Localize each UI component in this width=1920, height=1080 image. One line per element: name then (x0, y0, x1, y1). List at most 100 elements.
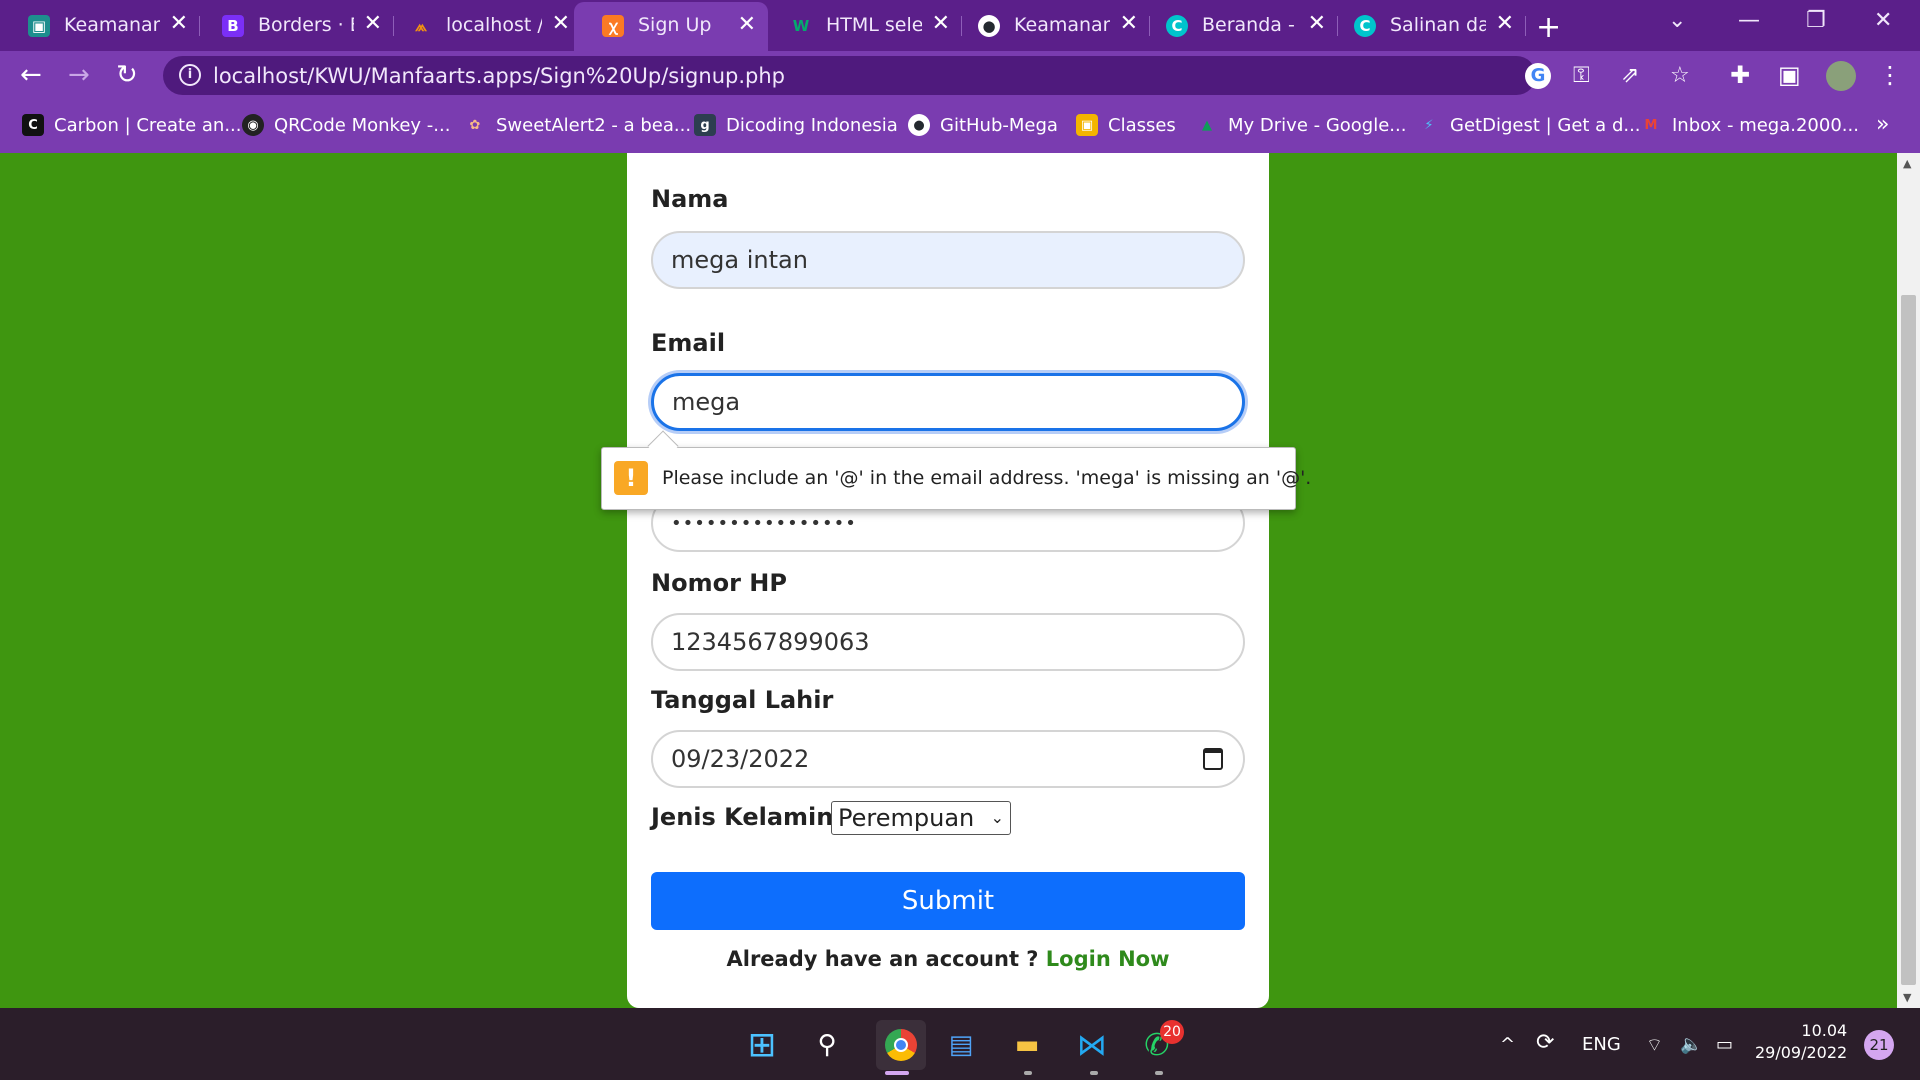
page-scrollbar[interactable]: ▲ ▼ (1897, 153, 1920, 1008)
side-panel-icon[interactable]: ▣ (1778, 61, 1801, 89)
tab-search-chevron-icon[interactable]: ⌄ (1668, 8, 1686, 33)
tab-sign-up[interactable]: ꭓ Sign Up ✕ (574, 2, 768, 51)
bookmark-carbon[interactable]: C Carbon | Create an... (22, 114, 242, 136)
jenis-kelamin-label: Jenis Kelamin (651, 803, 834, 831)
close-icon[interactable]: ✕ (932, 11, 950, 36)
bookmark-github-mega[interactable]: ● GitHub-Mega (908, 114, 1058, 136)
nama-label: Nama (651, 185, 729, 213)
search-icon[interactable]: ⚲ (808, 1026, 846, 1064)
site-info-icon[interactable]: i (179, 64, 201, 86)
profile-avatar[interactable] (1826, 61, 1856, 91)
login-prompt: Already have an account ? Login Now (726, 947, 1170, 971)
password-key-icon[interactable]: ⚿ (1573, 63, 1590, 88)
close-icon[interactable]: ✕ (552, 11, 570, 36)
github-icon: ● (908, 114, 930, 136)
nomor-hp-input[interactable]: 1234567899063 (651, 613, 1245, 671)
tab-keamanan[interactable]: ▣ Keamanan I ✕ (0, 8, 200, 43)
tab-title: Sign Up (638, 14, 712, 36)
tab-salinan[interactable]: C Salinan dar ✕ (1326, 8, 1526, 43)
tab-borders[interactable]: B Borders · Bo ✕ (194, 8, 394, 43)
windows-taskbar: ⊞ ⚲ ▤ ▬ ⋈ ✆ ^ ⟳ ENG ⌔ 🔈 ▭ 10.04 29/09/20… (0, 1008, 1920, 1080)
extensions-puzzle-icon[interactable]: ✚ (1730, 61, 1750, 89)
jenis-kelamin-select[interactable]: Perempuan ⌄ (831, 801, 1011, 835)
scroll-down-icon[interactable]: ▼ (1903, 991, 1911, 1004)
warning-icon: ! (614, 461, 648, 495)
tab-localhost[interactable]: ⩕ localhost / ✕ (382, 8, 582, 43)
gmail-icon: M (1644, 117, 1658, 133)
bookmark-inbox[interactable]: M Inbox - mega.2000... (1640, 114, 1859, 136)
minimize-icon[interactable]: — (1738, 8, 1760, 33)
scrollbar-thumb[interactable] (1901, 295, 1916, 985)
vscode-icon[interactable]: ⋈ (1073, 1026, 1111, 1064)
close-icon[interactable]: ✕ (364, 11, 382, 36)
file-explorer-icon[interactable]: ▬ (1008, 1026, 1046, 1064)
login-now-link[interactable]: Login Now (1046, 947, 1170, 971)
close-icon[interactable]: ✕ (738, 12, 756, 37)
close-window-icon[interactable]: ✕ (1874, 8, 1892, 33)
close-icon[interactable]: ✕ (1496, 11, 1514, 36)
bookmark-dicoding[interactable]: g Dicoding Indonesia (694, 114, 898, 136)
reload-icon[interactable]: ↻ (116, 60, 138, 90)
tab-beranda[interactable]: C Beranda - C ✕ (1138, 8, 1338, 43)
tab-title: Keamanan I (64, 14, 160, 36)
email-validation-tooltip: ! Please include an '@' in the email add… (601, 430, 1311, 510)
bookmark-getdigest[interactable]: ⚡ GetDigest | Get a d... (1418, 114, 1640, 136)
getdigest-icon: ⚡ (1424, 117, 1434, 133)
validation-message: Please include an '@' in the email addre… (662, 467, 1312, 489)
notification-count-badge[interactable]: 21 (1864, 1030, 1894, 1060)
classroom-icon: ▣ (1076, 114, 1098, 136)
email-input[interactable]: mega (651, 373, 1245, 431)
close-icon[interactable]: ✕ (1308, 11, 1326, 36)
share-icon[interactable]: ⇗ (1621, 63, 1639, 88)
chevron-down-icon: ⌄ (990, 808, 1004, 827)
tab-html-select[interactable]: W HTML selec ✕ (762, 8, 962, 43)
wifi-icon[interactable]: ⌔ (1646, 1034, 1663, 1057)
phpmyadmin-icon: ⩕ (415, 17, 427, 35)
battery-icon[interactable]: ▭ (1716, 1034, 1733, 1055)
address-bar[interactable]: i localhost/KWU/Manfaarts.apps/Sign%20Up… (163, 56, 1690, 95)
tab-title: Beranda - C (1202, 14, 1298, 36)
scroll-up-icon[interactable]: ▲ (1903, 157, 1911, 170)
close-icon[interactable]: ✕ (1120, 11, 1138, 36)
bookmark-sweetalert[interactable]: ✿ SweetAlert2 - a bea... (464, 114, 692, 136)
calendar-icon[interactable] (1203, 748, 1223, 770)
menu-kebab-icon[interactable]: ⋮ (1878, 61, 1902, 89)
chrome-icon[interactable] (876, 1020, 926, 1070)
tab-title: localhost / (446, 14, 542, 36)
back-arrow-icon[interactable]: ← (20, 60, 42, 90)
google-icon[interactable]: G (1525, 63, 1551, 89)
volume-icon[interactable]: 🔈 (1680, 1034, 1702, 1055)
browser-toolbar: ← → ↻ i localhost/KWU/Manfaarts.apps/Sig… (0, 51, 1920, 100)
bootstrap-icon: B (222, 15, 244, 37)
classroom-icon: ▣ (28, 15, 50, 37)
notepad-icon[interactable]: ▤ (942, 1026, 980, 1064)
sync-icon[interactable]: ⟳ (1536, 1030, 1554, 1055)
clock-time: 10.04 (1801, 1021, 1848, 1040)
submit-button[interactable]: Submit (651, 872, 1245, 930)
tanggal-lahir-input[interactable]: 09/23/2022 (651, 730, 1245, 788)
google-drive-icon: ▲ (1202, 117, 1212, 133)
page-viewport: Nama mega intan Email mega •••••••••••••… (0, 153, 1897, 1008)
language-indicator[interactable]: ENG (1582, 1034, 1621, 1055)
url-text[interactable]: localhost/KWU/Manfaarts.apps/Sign%20Up/s… (213, 64, 785, 88)
forward-arrow-icon[interactable]: → (68, 60, 90, 90)
new-tab-icon[interactable]: + (1536, 10, 1561, 45)
tab-title: Salinan dar (1390, 14, 1486, 36)
windows-start-icon[interactable]: ⊞ (743, 1025, 781, 1065)
bookmark-classes[interactable]: ▣ Classes (1076, 114, 1176, 136)
tab-title: Borders · Bo (258, 14, 354, 36)
bookmark-my-drive[interactable]: ▲ My Drive - Google... (1196, 114, 1406, 136)
system-clock[interactable]: 10.04 29/09/2022 (1755, 1020, 1847, 1064)
bookmark-star-icon[interactable]: ☆ (1670, 63, 1690, 88)
nama-input[interactable]: mega intan (651, 231, 1245, 289)
show-hidden-icons-icon[interactable]: ^ (1500, 1034, 1515, 1055)
tanggal-lahir-label: Tanggal Lahir (651, 686, 834, 714)
tab-title: HTML selec (826, 14, 922, 36)
w3schools-icon: W (792, 17, 810, 35)
bookmark-qrcode-monkey[interactable]: ◉ QRCode Monkey -... (242, 114, 450, 136)
more-bookmarks-icon[interactable]: » (1876, 112, 1889, 137)
close-icon[interactable]: ✕ (170, 11, 188, 36)
email-label: Email (651, 329, 726, 357)
tab-github-keamanan[interactable]: ● Keamanan- ✕ (950, 8, 1150, 43)
restore-icon[interactable]: ❐ (1806, 8, 1826, 33)
